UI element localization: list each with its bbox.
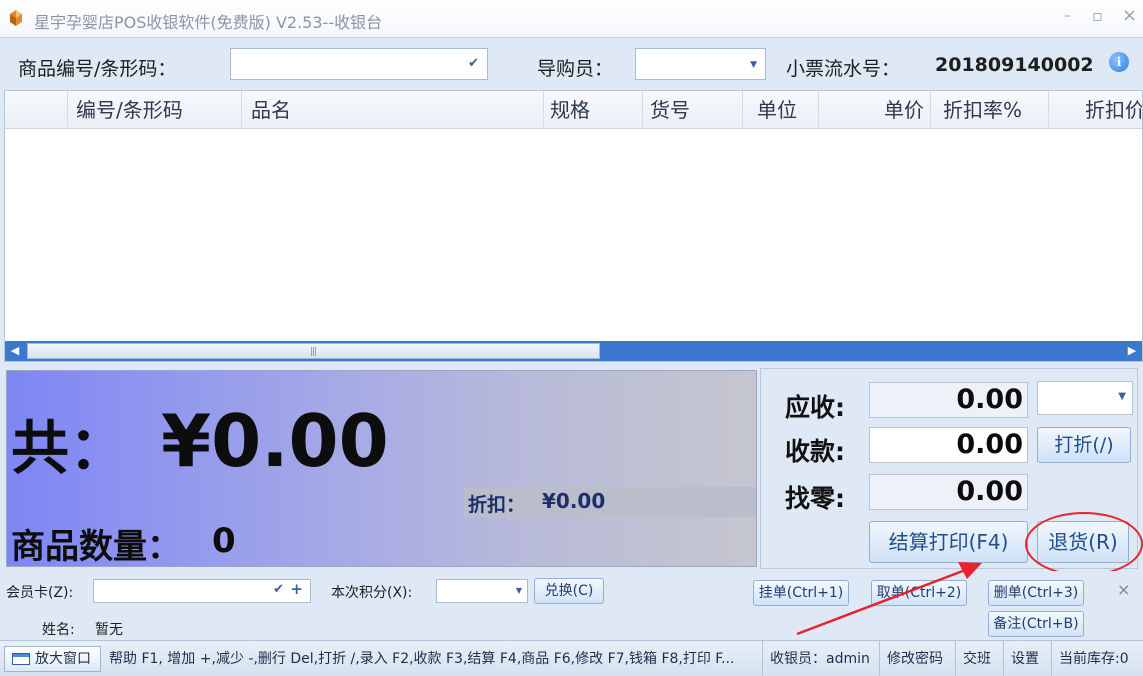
- column-header-barcode[interactable]: 编号/条形码: [67, 91, 241, 128]
- window-title: 星宇孕婴店POS收银软件(免费版) V2.53--收银台: [34, 13, 383, 32]
- enlarge-window-button[interactable]: 放大窗口: [4, 646, 101, 672]
- search-row: 商品编号/条形码： ✔ 导购员： ▼ 小票流水号： 201809140002: [0, 38, 1143, 90]
- retrieve-order-button[interactable]: 取单(Ctrl+2): [871, 580, 967, 606]
- column-header-spec[interactable]: 规格: [543, 91, 642, 128]
- total-panel: 共： ¥0.00 商品数量： 0 折扣： ¥0.00: [6, 370, 757, 567]
- app-logo-icon: [10, 10, 22, 26]
- note-button[interactable]: 备注(Ctrl+B): [988, 611, 1084, 637]
- quantity-value: 0: [212, 521, 236, 561]
- change-field: 0.00: [869, 474, 1028, 510]
- discount-button[interactable]: 打折(/): [1037, 427, 1131, 463]
- column-header-unit[interactable]: 单位: [742, 91, 818, 128]
- change-label: 找零:: [785, 484, 845, 513]
- annotation-circle: [1025, 512, 1143, 576]
- title-bar: 星宇孕婴店POS收银软件(免费版) V2.53--收银台 – ▫ ×: [0, 0, 1143, 38]
- maximize-button[interactable]: ▫: [1092, 6, 1103, 25]
- member-card-label: 会员卡(Z):: [6, 585, 74, 601]
- delete-order-button[interactable]: 删单(Ctrl+3): [988, 580, 1084, 606]
- discount-label: 折扣：: [468, 494, 526, 516]
- item-grid[interactable]: 编号/条形码 品名 规格 货号 单位 单价 折扣率% 折扣价 ◀ ||| ▶: [4, 90, 1143, 362]
- column-header-discount-price[interactable]: 折扣价: [1048, 91, 1142, 128]
- column-header-item-no[interactable]: 货号: [642, 91, 742, 128]
- scroll-grip-icon: |||: [310, 347, 317, 357]
- total-label: 共：: [11, 414, 128, 482]
- barcode-input[interactable]: ✔: [230, 48, 488, 80]
- horizontal-scrollbar[interactable]: ◀ ||| ▶: [5, 341, 1142, 361]
- close-button[interactable]: ×: [1122, 5, 1137, 26]
- chevron-down-icon[interactable]: ✔: [273, 582, 284, 597]
- guide-select[interactable]: ▼: [635, 48, 766, 80]
- dropdown-arrow-icon[interactable]: ▼: [750, 60, 757, 70]
- received-label: 收款:: [785, 437, 845, 466]
- add-member-icon[interactable]: +: [290, 580, 303, 598]
- receivable-label: 应收:: [785, 393, 845, 422]
- settings-link[interactable]: 设置: [1003, 641, 1050, 676]
- points-label: 本次积分(X):: [331, 585, 413, 601]
- member-row: 会员卡(Z): ✔ + 本次积分(X): ▼ 兑换(C) 姓名: 暂无 挂单(C…: [0, 571, 1143, 639]
- close-icon[interactable]: ×: [1117, 580, 1130, 599]
- grid-header: 编号/条形码 品名 规格 货号 单位 单价 折扣率% 折扣价: [5, 91, 1142, 129]
- received-input[interactable]: 0.00: [869, 427, 1028, 463]
- dropdown-arrow-icon[interactable]: ▼: [1118, 391, 1126, 402]
- guide-label: 导购员：: [537, 58, 614, 80]
- receipt-label: 小票流水号：: [786, 58, 901, 80]
- column-header-name[interactable]: 品名: [241, 91, 543, 128]
- scroll-thumb[interactable]: |||: [27, 343, 600, 359]
- info-icon[interactable]: i: [1109, 52, 1129, 72]
- exchange-button[interactable]: 兑换(C): [534, 578, 604, 604]
- payment-method-select[interactable]: ▼: [1037, 381, 1133, 415]
- column-header-discount-rate[interactable]: 折扣率%: [930, 91, 1048, 128]
- chevron-down-icon[interactable]: ✔: [468, 56, 479, 71]
- dropdown-arrow-icon[interactable]: ▼: [516, 586, 522, 595]
- total-amount: ¥0.00: [161, 399, 389, 483]
- member-card-input[interactable]: ✔ +: [93, 579, 311, 603]
- pos-window: 星宇孕婴店POS收银软件(免费版) V2.53--收银台 – ▫ × 商品编号/…: [0, 0, 1143, 676]
- name-label: 姓名:: [42, 622, 75, 638]
- window-icon: [12, 653, 30, 665]
- checkout-print-button[interactable]: 结算打印(F4): [869, 521, 1028, 563]
- column-header-price[interactable]: 单价: [818, 91, 930, 128]
- receipt-number: 201809140002: [935, 54, 1094, 76]
- name-value: 暂无: [95, 622, 123, 638]
- receivable-field: 0.00: [869, 382, 1028, 418]
- hold-order-button[interactable]: 挂单(Ctrl+1): [753, 580, 849, 606]
- scroll-right-icon[interactable]: ▶: [1122, 341, 1142, 361]
- discount-amount: ¥0.00: [542, 489, 606, 513]
- status-bar: 放大窗口 帮助 F1, 增加 +,减少 -,删行 Del,打折 /,录入 F2,…: [0, 640, 1143, 676]
- discount-box: 折扣： ¥0.00: [464, 487, 756, 517]
- column-header-indicator[interactable]: [5, 91, 67, 128]
- shift-handover-link[interactable]: 交班: [955, 641, 1001, 676]
- shortcut-help: 帮助 F1, 增加 +,减少 -,删行 Del,打折 /,录入 F2,收款 F3…: [109, 651, 735, 667]
- cashier-info: 收银员：admin: [762, 641, 879, 676]
- current-stock: 当前库存:0: [1051, 641, 1143, 676]
- enlarge-window-label: 放大窗口: [35, 651, 91, 667]
- points-select[interactable]: ▼: [436, 579, 528, 603]
- quantity-label: 商品数量：: [11, 527, 181, 567]
- barcode-label: 商品编号/条形码：: [18, 58, 177, 80]
- minimize-button[interactable]: –: [1064, 8, 1071, 24]
- change-password-link[interactable]: 修改密码: [879, 641, 955, 676]
- scroll-left-icon[interactable]: ◀: [5, 341, 25, 361]
